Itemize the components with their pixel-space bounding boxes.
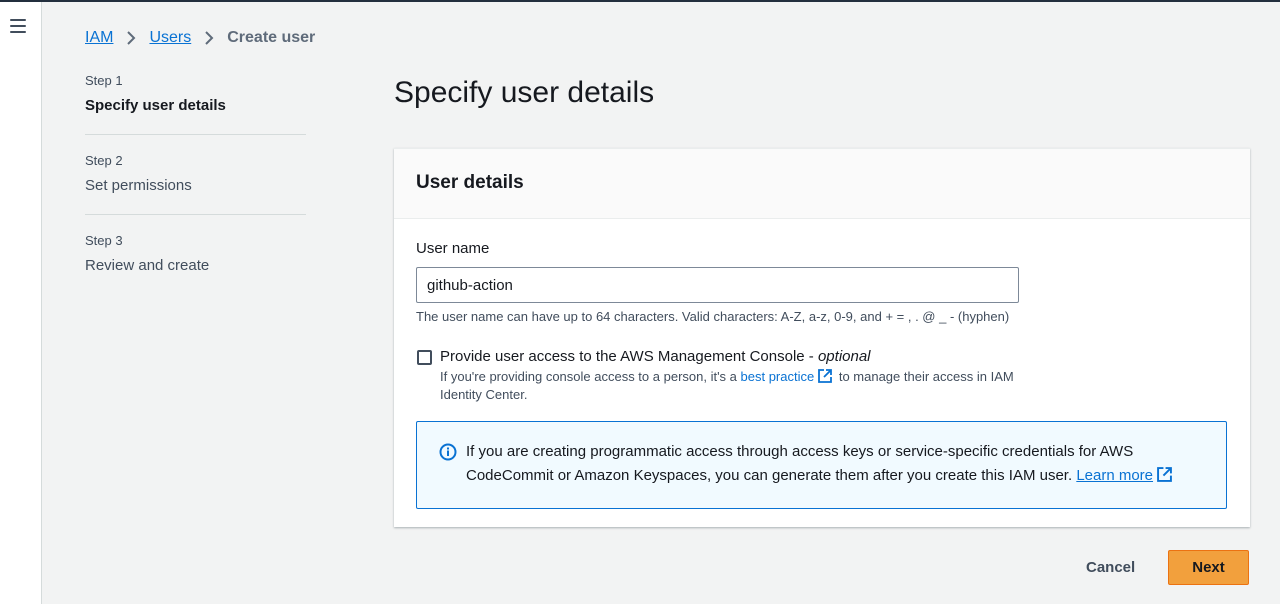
step-title: Specify user details <box>85 97 226 114</box>
left-nav-rail <box>0 2 42 604</box>
breadcrumb-users-link[interactable]: Users <box>149 28 191 48</box>
user-name-constraint: The user name can have up to 64 characte… <box>416 309 1010 324</box>
next-button[interactable]: Next <box>1168 550 1249 585</box>
user-details-panel: User details User name The user name can… <box>394 148 1250 527</box>
console-access-checkbox[interactable] <box>417 350 432 365</box>
breadcrumb-iam-link[interactable]: IAM <box>85 28 113 48</box>
wizard-step-3: Step 3 Review and create <box>85 232 306 294</box>
learn-more-link[interactable]: Learn more <box>1076 467 1153 484</box>
wizard-step-2: Step 2 Set permissions <box>85 152 306 215</box>
wizard-steps: Step 1 Specify user details Step 2 Set p… <box>85 72 306 311</box>
panel-body: User name The user name can have up to 6… <box>394 219 1250 531</box>
hamburger-menu-icon[interactable] <box>10 18 28 34</box>
cancel-button[interactable]: Cancel <box>1070 550 1151 586</box>
chevron-right-icon <box>191 28 227 48</box>
panel-header: User details <box>394 149 1250 219</box>
console-access-label[interactable]: Provide user access to the AWS Managemen… <box>440 347 1015 367</box>
info-alert-text: If you are creating programmatic access … <box>466 440 1204 508</box>
chevron-right-icon <box>113 28 149 48</box>
external-link-icon <box>1157 467 1172 482</box>
user-name-input[interactable] <box>416 267 1019 303</box>
user-name-label: User name <box>416 240 490 257</box>
step-number: Step 1 <box>85 73 123 88</box>
page-title: Specify user details <box>394 76 655 109</box>
console-access-description: If you're providing console access to a … <box>440 369 1014 402</box>
step-title: Review and create <box>85 257 210 274</box>
external-link-icon <box>818 369 833 383</box>
wizard-step-1: Step 1 Specify user details <box>85 72 306 135</box>
console-access-option: Provide user access to the AWS Managemen… <box>416 347 1228 404</box>
breadcrumb-current: Create user <box>227 29 316 46</box>
info-icon <box>439 443 457 461</box>
step-number: Step 3 <box>85 233 123 248</box>
info-alert: If you are creating programmatic access … <box>416 421 1227 509</box>
best-practice-link[interactable]: best practice <box>741 369 815 384</box>
panel-title: User details <box>416 172 524 193</box>
step-number: Step 2 <box>85 153 123 168</box>
breadcrumb: IAM Users Create user <box>85 28 315 48</box>
optional-label: optional <box>817 348 871 365</box>
step-title: Set permissions <box>85 177 192 194</box>
